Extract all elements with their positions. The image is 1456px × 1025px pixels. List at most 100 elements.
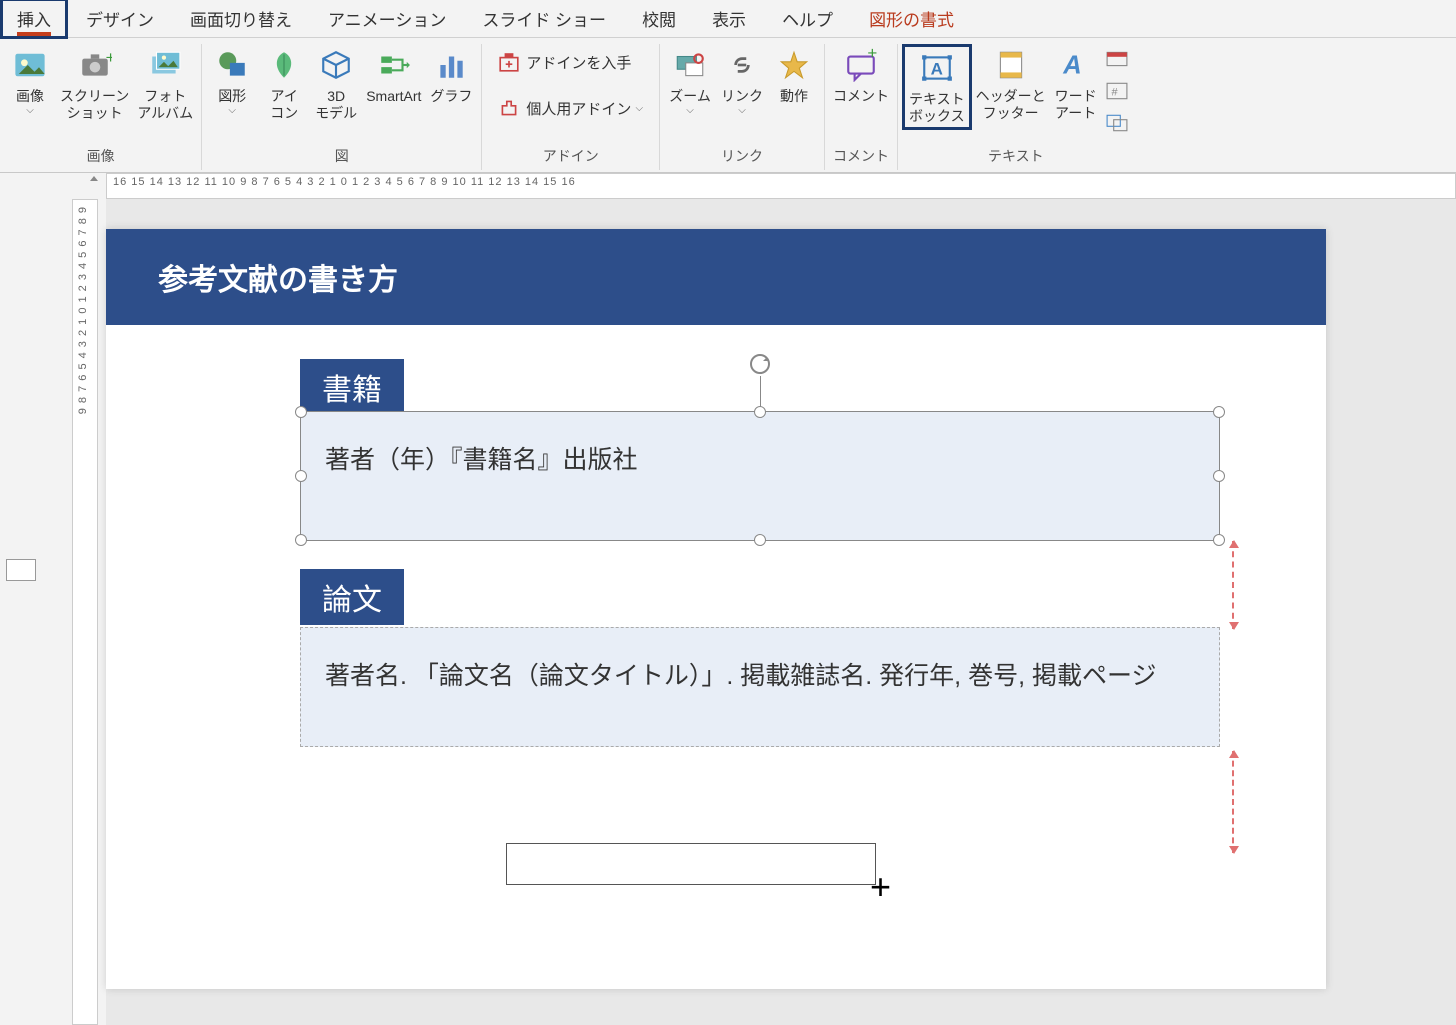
zoom-icon bbox=[671, 46, 709, 84]
comment-button[interactable]: + コメント bbox=[829, 44, 893, 107]
tab-view[interactable]: 表示 bbox=[694, 0, 764, 39]
section2-label[interactable]: 論文 bbox=[300, 569, 404, 625]
ribbon-group-images: 画像 ⌵ + スクリーン ショット フォト アルバム 画像 bbox=[0, 44, 202, 170]
chart-icon bbox=[432, 46, 470, 84]
photo-album-icon bbox=[146, 46, 184, 84]
wordart-icon: A bbox=[1057, 46, 1095, 84]
tab-animations[interactable]: アニメーション bbox=[310, 0, 464, 39]
picture-icon bbox=[11, 46, 49, 84]
store-icon bbox=[498, 51, 520, 73]
ribbon-group-links: ズーム ⌵ リンク ⌵ 動作 リンク bbox=[660, 44, 825, 170]
tab-transitions[interactable]: 画面切り替え bbox=[172, 0, 310, 39]
section1-label[interactable]: 書籍 bbox=[300, 359, 404, 415]
ribbon: 画像 ⌵ + スクリーン ショット フォト アルバム 画像 bbox=[0, 38, 1456, 173]
my-addins-button[interactable]: 個人用アドイン ⌵ bbox=[492, 94, 649, 122]
resize-handle-n[interactable] bbox=[754, 406, 766, 418]
links-group-label: リンク bbox=[721, 146, 763, 170]
action-button[interactable]: 動作 bbox=[768, 44, 820, 107]
tab-design[interactable]: デザイン bbox=[68, 0, 172, 39]
wordart-button[interactable]: A ワード アート bbox=[1050, 44, 1102, 124]
3d-models-button[interactable]: 3D モデル bbox=[310, 44, 362, 124]
new-textbox-outline[interactable] bbox=[506, 843, 876, 885]
thumbnails-panel[interactable] bbox=[0, 199, 42, 1025]
header-footer-label: ヘッダーと フッター bbox=[976, 88, 1046, 122]
crosshair-cursor: + bbox=[870, 869, 891, 905]
get-addins-label: アドインを入手 bbox=[526, 52, 631, 73]
photo-album-label: フォト アルバム bbox=[137, 88, 193, 122]
shapes-button[interactable]: 図形 ⌵ bbox=[206, 44, 258, 118]
star-icon bbox=[775, 46, 813, 84]
section2-content-box[interactable]: 著者名. 「論文名（論文タイトル）」. 掲載雑誌名. 発行年, 巻号, 掲載ペー… bbox=[300, 627, 1220, 747]
ruler-area: 16 15 14 13 12 11 10 9 8 7 6 5 4 3 2 1 0… bbox=[0, 173, 1456, 199]
horizontal-ruler[interactable]: 16 15 14 13 12 11 10 9 8 7 6 5 4 3 2 1 0… bbox=[106, 173, 1456, 199]
slide-canvas[interactable]: 参考文献の書き方 書籍 著者（年）『書籍名』出版社 bbox=[106, 229, 1326, 989]
zoom-label: ズーム bbox=[669, 88, 711, 105]
cube-icon bbox=[317, 46, 355, 84]
slide-title-bar[interactable]: 参考文献の書き方 bbox=[106, 229, 1326, 325]
smartart-button[interactable]: SmartArt bbox=[362, 44, 425, 107]
comment-icon: + bbox=[842, 46, 880, 84]
textbox-icon: A bbox=[918, 49, 956, 87]
tab-shape-format[interactable]: 図形の書式 bbox=[851, 0, 972, 39]
tab-insert[interactable]: 挿入 bbox=[0, 0, 68, 39]
leaf-icon bbox=[265, 46, 303, 84]
resize-handle-se[interactable] bbox=[1213, 534, 1225, 546]
shapes-label: 図形 bbox=[218, 88, 246, 105]
resize-handle-nw[interactable] bbox=[295, 406, 307, 418]
tab-help[interactable]: ヘルプ bbox=[764, 0, 851, 39]
resize-handle-e[interactable] bbox=[1213, 470, 1225, 482]
screenshot-label: スクリーン ショット bbox=[60, 88, 129, 122]
vertical-ruler[interactable]: 9 8 7 6 5 4 3 2 1 0 1 2 3 4 5 6 7 8 9 bbox=[72, 199, 98, 1025]
addin-icon bbox=[498, 97, 520, 119]
ribbon-group-comments: + コメント コメント bbox=[825, 44, 898, 170]
section2-text: 著者名. 「論文名（論文タイトル）」. 掲載雑誌名. 発行年, 巻号, 掲載ペー… bbox=[325, 662, 1156, 690]
resize-handle-sw[interactable] bbox=[295, 534, 307, 546]
rotate-stem bbox=[760, 376, 761, 410]
tab-slideshow[interactable]: スライド ショー bbox=[464, 0, 624, 39]
textbox-button[interactable]: A テキスト ボックス bbox=[902, 44, 972, 130]
wordart-label: ワード アート bbox=[1055, 88, 1097, 122]
svg-text:A: A bbox=[930, 59, 942, 78]
get-addins-button[interactable]: アドインを入手 bbox=[492, 48, 649, 76]
slide-title: 参考文献の書き方 bbox=[158, 255, 398, 299]
svg-text:A: A bbox=[1062, 52, 1081, 80]
chart-label: グラフ bbox=[430, 88, 472, 105]
resize-handle-s[interactable] bbox=[754, 534, 766, 546]
my-addins-label: 個人用アドイン bbox=[526, 98, 631, 119]
section1-text: 著者（年）『書籍名』出版社 bbox=[325, 446, 638, 474]
svg-text:+: + bbox=[867, 48, 877, 63]
icons-button[interactable]: アイ コン bbox=[258, 44, 310, 124]
image-button[interactable]: 画像 ⌵ bbox=[4, 44, 56, 118]
photo-album-button[interactable]: フォト アルバム bbox=[133, 44, 197, 124]
tab-review[interactable]: 校閲 bbox=[624, 0, 694, 39]
screenshot-button[interactable]: + スクリーン ショット bbox=[56, 44, 133, 124]
action-label: 動作 bbox=[780, 88, 808, 105]
resize-handle-w[interactable] bbox=[295, 470, 307, 482]
object-icon[interactable] bbox=[1106, 114, 1128, 132]
zoom-button[interactable]: ズーム ⌵ bbox=[664, 44, 716, 118]
icons-label: アイ コン bbox=[270, 88, 298, 122]
rotate-handle[interactable] bbox=[748, 352, 772, 376]
comments-group-label: コメント bbox=[833, 146, 889, 170]
ruler-collapse-icon[interactable] bbox=[88, 173, 100, 185]
link-button[interactable]: リンク ⌵ bbox=[716, 44, 768, 118]
section1-content-box[interactable]: 著者（年）『書籍名』出版社 bbox=[300, 411, 1220, 541]
illustrations-group-label: 図 bbox=[335, 146, 349, 170]
ribbon-group-text: A テキスト ボックス ヘッダーと フッター A ワード アート bbox=[898, 44, 1134, 170]
comment-label: コメント bbox=[833, 88, 889, 105]
date-time-icon[interactable] bbox=[1106, 50, 1128, 68]
ribbon-group-addins: アドインを入手 個人用アドイン ⌵ アドイン bbox=[482, 44, 660, 170]
link-icon bbox=[723, 46, 761, 84]
svg-text:+: + bbox=[105, 48, 111, 67]
shapes-icon bbox=[213, 46, 251, 84]
slide-thumb[interactable] bbox=[6, 559, 36, 581]
smartart-icon bbox=[375, 46, 413, 84]
resize-handle-ne[interactable] bbox=[1213, 406, 1225, 418]
slide-number-icon[interactable]: # bbox=[1106, 82, 1128, 100]
chart-button[interactable]: グラフ bbox=[425, 44, 477, 107]
header-footer-button[interactable]: ヘッダーと フッター bbox=[972, 44, 1050, 124]
3d-models-label: 3D モデル bbox=[315, 88, 357, 122]
camera-icon: + bbox=[76, 46, 114, 84]
ribbon-group-illustrations: 図形 ⌵ アイ コン 3D モデル bbox=[202, 44, 482, 170]
link-label: リンク bbox=[721, 88, 763, 105]
